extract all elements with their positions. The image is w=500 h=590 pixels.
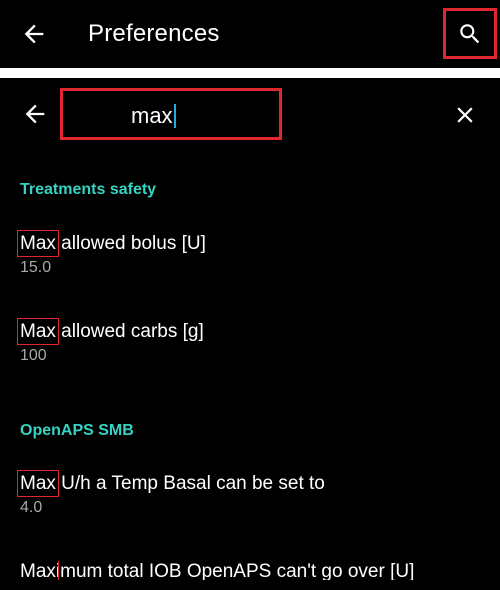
match-highlight: Max bbox=[17, 318, 59, 345]
match-highlight: Max bbox=[17, 470, 59, 497]
divider bbox=[0, 68, 500, 78]
pref-summary: 100 bbox=[20, 347, 47, 364]
category-openaps-smb: OpenAPS SMB bbox=[20, 422, 134, 439]
pref-title: Max allowed bolus [U] bbox=[17, 230, 490, 257]
pref-max-carbs[interactable]: Max allowed carbs [g] 100 bbox=[17, 318, 490, 365]
match-highlight: Max bbox=[17, 230, 59, 257]
category-treatments-safety: Treatments safety bbox=[20, 181, 157, 198]
pref-summary: 15.0 bbox=[20, 259, 52, 276]
pref-title-rest: U/h a Temp Basal can be set to bbox=[55, 473, 325, 494]
close-icon[interactable] bbox=[452, 102, 478, 128]
pref-title-rest: allowed carbs [g] bbox=[55, 321, 204, 342]
pref-max-temp-basal[interactable]: Max U/h a Temp Basal can be set to 4.0 bbox=[17, 470, 490, 517]
pref-max-iob[interactable]: Maximum total IOB OpenAPS can't go over … bbox=[20, 561, 490, 580]
search-input-value: max bbox=[131, 103, 173, 128]
pref-title: Maximum total IOB OpenAPS can't go over … bbox=[20, 561, 490, 580]
pref-title: Max allowed carbs [g] bbox=[17, 318, 490, 345]
text-caret bbox=[173, 104, 176, 128]
pref-title-rest: allowed bolus [U] bbox=[55, 233, 206, 254]
search-back-icon[interactable] bbox=[21, 100, 49, 128]
arrow-left-icon[interactable] bbox=[20, 20, 48, 48]
search-input[interactable]: max bbox=[60, 88, 282, 140]
app-bar: Preferences bbox=[0, 0, 500, 68]
pref-title-rest: imum total IOB OpenAPS can't go over [U] bbox=[55, 561, 415, 580]
match-highlight: Max bbox=[20, 561, 59, 580]
pref-title: Max U/h a Temp Basal can be set to bbox=[17, 470, 490, 497]
search-button[interactable] bbox=[443, 8, 497, 59]
search-bar: max bbox=[0, 78, 500, 150]
search-icon bbox=[460, 23, 480, 43]
pref-summary: 4.0 bbox=[20, 499, 43, 516]
pref-max-bolus[interactable]: Max allowed bolus [U] 15.0 bbox=[17, 230, 490, 277]
page-title: Preferences bbox=[88, 20, 220, 47]
